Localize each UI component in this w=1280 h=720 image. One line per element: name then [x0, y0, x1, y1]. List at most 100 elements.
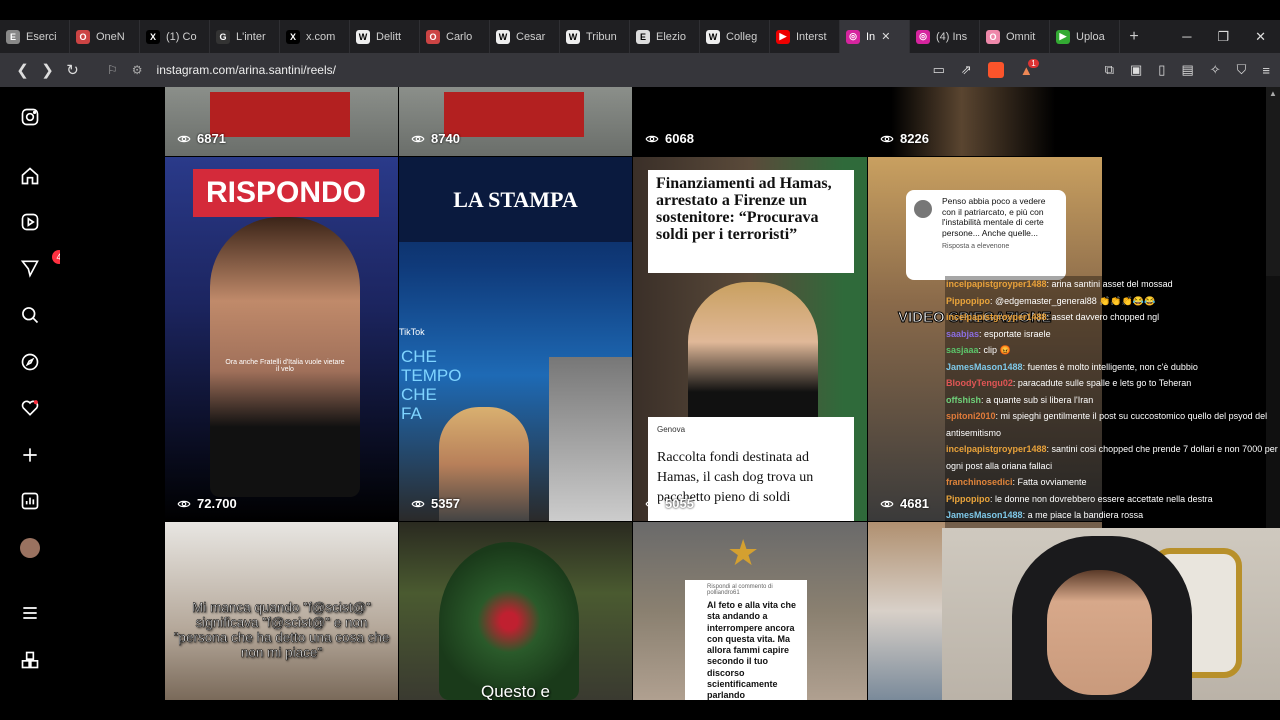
reel-tile[interactable]: LA STAMPA TikTok CHE TEMPO CHE FA 5357 [399, 157, 632, 521]
chat-username[interactable]: incelpapistgroyper1488 [946, 279, 1047, 289]
create-icon[interactable] [20, 445, 40, 465]
scroll-up-icon[interactable]: ▲ [1269, 89, 1277, 98]
tab-15[interactable]: ▶ Uploa [1050, 20, 1120, 53]
chat-message: JamesMason1488: fuentes è molto intellig… [946, 359, 1280, 376]
tab-2[interactable]: X (1) Co [140, 20, 210, 53]
chat-username[interactable]: Pippopipo [946, 296, 990, 306]
reel-tile[interactable]: ★ Rispondi al commento di polliandro61 A… [633, 522, 867, 700]
search-icon[interactable] [20, 305, 40, 325]
view-count: 6871 [177, 131, 226, 146]
tab-label: Interst [796, 30, 827, 43]
chat-username[interactable]: Pippopipo [946, 494, 990, 504]
chat-username[interactable]: incelpapistgroyper1488 [946, 444, 1047, 454]
wallet-icon[interactable]: ▤ [1181, 62, 1193, 78]
tab-close-icon[interactable]: ✕ [881, 30, 890, 43]
tab-favicon-icon: X [286, 29, 300, 44]
view-count: 72.700 [177, 496, 237, 511]
chat-username[interactable]: JamesMason1488 [946, 510, 1023, 520]
leo-icon[interactable]: ✧ [1210, 62, 1221, 78]
chat-username[interactable]: offshish [946, 395, 981, 405]
brave-shields-icon[interactable] [987, 62, 1004, 78]
new-tab-button[interactable]: + [1120, 28, 1148, 46]
view-count: 5055 [645, 496, 694, 511]
chat-username[interactable]: sasjaaa [946, 345, 979, 355]
tab-favicon-icon: W [706, 29, 720, 44]
home-icon[interactable] [20, 166, 40, 186]
tab-label: (1) Co [166, 30, 197, 43]
reader-icon[interactable]: ▣ [1130, 62, 1142, 78]
chat-text: : clip 😡 [978, 345, 1011, 355]
dashboard-icon[interactable] [20, 491, 40, 511]
browser-toolbar: ❮ ❯ ↻ ⚐ ⚙ instagram.com/arina.santini/re… [0, 53, 1280, 87]
extensions-icon[interactable]: ⧉ [1105, 62, 1114, 78]
tab-0[interactable]: E Eserci [0, 20, 70, 53]
reel-tile[interactable]: 8226 [868, 87, 1102, 156]
explore-icon[interactable] [20, 352, 40, 372]
minimize-icon[interactable]: ─ [1182, 29, 1191, 45]
reel-banner: RISPONDO [193, 169, 379, 217]
menu-icon[interactable]: ≡ [1262, 63, 1270, 78]
maximize-icon[interactable]: ❐ [1217, 29, 1229, 45]
reel-thumbnail [210, 92, 350, 137]
site-info-icon[interactable]: ⚙ [132, 63, 143, 77]
view-count: 8226 [880, 131, 929, 146]
tab-1[interactable]: O OneN [70, 20, 140, 53]
tab-11[interactable]: ▶ Interst [770, 20, 840, 53]
close-window-icon[interactable]: ✕ [1255, 29, 1266, 45]
chat-username[interactable]: JamesMason1488 [946, 362, 1023, 372]
heart-icon[interactable] [20, 398, 40, 418]
forward-icon[interactable]: ❯ [35, 61, 60, 79]
tab-14[interactable]: O Omnit [980, 20, 1050, 53]
chat-message: spitoni2010: mi spieghi gentilmente il p… [946, 408, 1280, 441]
tab-8[interactable]: W Tribun [560, 20, 630, 53]
chat-username[interactable]: incelpapistgroyper1488 [946, 312, 1047, 322]
profile-avatar[interactable] [20, 538, 40, 558]
streamer-face [1047, 570, 1152, 695]
reel-tile[interactable]: Finanziamenti ad Hamas, arrestato a Fire… [633, 157, 867, 521]
chat-text: : paracadute sulle spalle e lets go to T… [1012, 378, 1192, 388]
chat-text: : arina santini asset del mossad [1046, 279, 1173, 289]
bookmark-icon[interactable]: ⚐ [107, 63, 118, 77]
rewards-icon[interactable]: ▲ 1 [1020, 58, 1039, 78]
instagram-logo-icon[interactable] [20, 107, 40, 127]
chat-username[interactable]: franchinosedici [946, 477, 1013, 487]
tab-label: Uploa [1076, 30, 1105, 43]
view-count: 8740 [411, 131, 460, 146]
tab-6[interactable]: O Carlo [420, 20, 490, 53]
reel-tile[interactable]: Questo e [399, 522, 632, 700]
more-menu-icon[interactable] [20, 603, 40, 623]
reel-tile[interactable]: RISPONDO Ora anche Fratelli d'Italia vuo… [165, 157, 398, 521]
vpn-icon[interactable]: ⛉ [1237, 62, 1247, 78]
tab-12[interactable]: ◎ In ✕ [840, 20, 910, 53]
reel-tile[interactable]: 6871 [165, 87, 398, 156]
chat-username[interactable]: BloodyTengu02 [946, 378, 1013, 388]
also-from-meta-icon[interactable] [20, 650, 40, 670]
tab-7[interactable]: W Cesar [490, 20, 560, 53]
reel-tile[interactable]: Mi manca quando "f@scist@" significava "… [165, 522, 398, 700]
back-icon[interactable]: ❮ [10, 61, 35, 79]
messages-icon[interactable]: 4 [20, 250, 66, 278]
screen-icon[interactable]: ▭ [933, 62, 945, 78]
chat-username[interactable]: saabjas [946, 329, 979, 339]
tab-3[interactable]: G L'inter [210, 20, 280, 53]
chat-username[interactable]: spitoni2010 [946, 411, 996, 421]
address-bar[interactable]: ⚐ ⚙ instagram.com/arina.santini/reels/ [99, 57, 919, 83]
chat-message: sasjaaa: clip 😡 [946, 342, 1280, 359]
tab-5[interactable]: W Delitt [350, 20, 420, 53]
reload-icon[interactable]: ↻ [60, 61, 85, 79]
chat-text: : fuentes è molto intelligente, non c'è … [1022, 361, 1198, 372]
reel-tile[interactable]: 6068 [633, 87, 867, 156]
tab-4[interactable]: Xx.com [280, 20, 350, 53]
chat-message: franchinosedici: Fatta ovviamente [946, 474, 1280, 491]
reels-icon[interactable] [20, 212, 40, 232]
share-icon[interactable]: ⇗ [961, 62, 972, 78]
reel-banner: LA STAMPA [453, 187, 578, 212]
tab-10[interactable]: W Colleg [700, 20, 770, 53]
reel-tile[interactable]: 8740 [399, 87, 632, 156]
chat-text: : a quante sub si libera l'Iran [981, 394, 1094, 405]
rewards-badge: 1 [1028, 58, 1039, 68]
tab-13[interactable]: ◎ (4) Ins [910, 20, 980, 53]
sidebar-toggle-icon[interactable]: ▯ [1158, 62, 1165, 78]
tab-9[interactable]: E Elezio [630, 20, 700, 53]
news-headline-top: Finanziamenti ad Hamas, arrestato a Fire… [648, 170, 854, 273]
